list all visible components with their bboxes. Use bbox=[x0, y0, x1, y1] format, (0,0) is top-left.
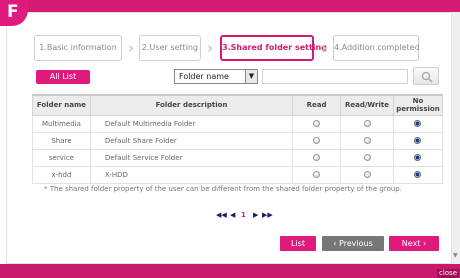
chevron-right-icon: › bbox=[321, 39, 328, 57]
dropdown-caret-icon[interactable]: ▼ bbox=[245, 70, 257, 83]
scrollbar[interactable]: ▼ bbox=[452, 12, 460, 264]
next-button[interactable]: Next › bbox=[389, 236, 439, 251]
folder-name-cell: Share bbox=[32, 132, 91, 150]
search-field-select[interactable]: Folder name ▼ bbox=[174, 69, 258, 84]
table-row: x-hdd X-HDD bbox=[32, 166, 444, 184]
search-field-value: Folder name bbox=[179, 72, 229, 81]
folder-description-cell: X-HDD bbox=[89, 166, 294, 184]
column-folder-description: Folder description bbox=[89, 94, 294, 116]
shared-folder-note: * The shared folder property of the user… bbox=[44, 185, 402, 193]
all-list-button[interactable]: All List bbox=[36, 70, 90, 84]
read-radio[interactable] bbox=[313, 120, 321, 127]
read-write-radio[interactable] bbox=[363, 137, 371, 144]
folder-name-cell: Multimedia bbox=[32, 115, 91, 133]
table-header-row: Folder name Folder description Read Read… bbox=[32, 94, 444, 116]
chevron-right-icon: › bbox=[207, 39, 214, 57]
folder-description-cell: Default Share Folder bbox=[89, 132, 294, 150]
previous-page-icon[interactable]: ◀ bbox=[230, 211, 235, 219]
folder-name-cell: service bbox=[32, 149, 91, 167]
chevron-right-icon: › bbox=[128, 39, 135, 57]
step-user-setting: 2.User setting bbox=[139, 35, 201, 61]
folder-name-cell: x-hdd bbox=[32, 166, 91, 184]
previous-button[interactable]: ‹ Previous bbox=[322, 236, 384, 251]
first-page-icon[interactable]: ◀◀ bbox=[216, 211, 227, 219]
search-icon bbox=[421, 71, 433, 83]
read-radio[interactable] bbox=[313, 137, 321, 144]
read-write-radio[interactable] bbox=[363, 171, 371, 178]
table-row: service Default Service Folder bbox=[32, 149, 444, 167]
no-permission-radio[interactable] bbox=[414, 137, 422, 144]
bottom-accent-band: close bbox=[0, 264, 460, 278]
read-write-radio[interactable] bbox=[363, 154, 371, 161]
column-read: Read bbox=[292, 94, 342, 116]
step-basic-information: 1.Basic information bbox=[34, 35, 122, 61]
no-permission-radio[interactable] bbox=[414, 120, 422, 127]
table-row: Multimedia Default Multimedia Folder bbox=[32, 115, 444, 133]
search-button[interactable] bbox=[413, 67, 439, 85]
close-button[interactable]: close bbox=[436, 269, 459, 278]
last-page-icon[interactable]: ▶▶ bbox=[262, 211, 273, 219]
step-shared-folder-setting: 3.Shared folder setting bbox=[220, 35, 327, 61]
read-radio[interactable] bbox=[313, 154, 321, 161]
list-button[interactable]: List bbox=[280, 236, 316, 251]
no-permission-radio[interactable] bbox=[414, 154, 422, 161]
read-radio[interactable] bbox=[313, 171, 321, 178]
table-row: Share Default Share Folder bbox=[32, 132, 444, 150]
scroll-down-icon[interactable]: ▼ bbox=[453, 252, 458, 259]
folder-description-cell: Default Multimedia Folder bbox=[89, 115, 294, 133]
column-read-write: Read/Write bbox=[340, 94, 394, 116]
step-addition-completed: 4.Addition completed bbox=[333, 35, 420, 61]
page-number[interactable]: 1 bbox=[241, 211, 246, 219]
read-write-radio[interactable] bbox=[363, 120, 371, 127]
column-folder-name: Folder name bbox=[32, 94, 91, 116]
folder-description-cell: Default Service Folder bbox=[89, 149, 294, 167]
top-accent-band bbox=[0, 0, 460, 12]
no-permission-radio[interactable] bbox=[414, 171, 422, 178]
column-no-permission: No permission bbox=[392, 94, 444, 116]
folder-table: Folder name Folder description Read Read… bbox=[32, 94, 444, 184]
search-input[interactable] bbox=[262, 69, 408, 84]
next-page-icon[interactable]: ▶ bbox=[253, 211, 258, 219]
